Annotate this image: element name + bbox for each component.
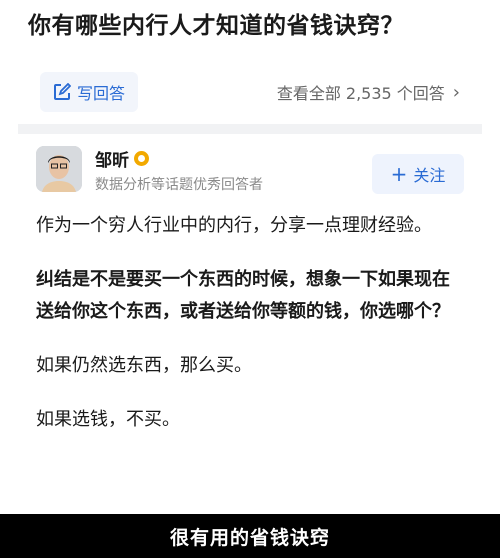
- answer-paragraph: 作为一个穷人行业中的内行，分享一点理财经验。: [36, 215, 432, 236]
- edit-icon: [53, 83, 71, 100]
- follow-label: 关注: [413, 166, 446, 185]
- plus-icon: +: [390, 162, 408, 186]
- action-bar: 写回答 查看全部 2,535 个回答 ›: [0, 62, 500, 122]
- answer-content[interactable]: 作为一个穷人行业中的内行，分享一点理财经验。 纠结是不是要买一个东西的时候，想象…: [36, 210, 466, 458]
- answer-paragraph: 如果选钱，不买。: [36, 409, 180, 430]
- avatar[interactable]: [36, 146, 82, 192]
- excellence-badge-icon: [134, 151, 149, 166]
- author-name[interactable]: 邹昕: [95, 146, 149, 171]
- chevron-right-icon: ›: [452, 81, 460, 103]
- author-row: 邹昕 数据分析等话题优秀回答者 + 关注: [0, 140, 500, 210]
- section-divider: [18, 124, 482, 134]
- view-all-answers-link[interactable]: 查看全部 2,535 个回答 ›: [277, 72, 460, 112]
- view-all-label: 查看全部 2,535 个回答: [276, 84, 445, 103]
- question-title[interactable]: 你有哪些内行人才知道的省钱诀窍？: [28, 6, 480, 46]
- avatar-image: [36, 146, 82, 192]
- follow-button[interactable]: + 关注: [372, 154, 464, 194]
- write-answer-button[interactable]: 写回答: [40, 72, 138, 112]
- answer-paragraph-bold: 纠结是不是要买一个东西的时候，想象一下如果现在送给你这个东西，或者送给你等额的钱…: [36, 269, 450, 322]
- video-caption: 很有用的省钱诀窍: [169, 526, 330, 549]
- author-description: 数据分析等话题优秀回答者: [95, 177, 263, 193]
- author-name-text: 邹昕: [95, 151, 129, 171]
- answer-paragraph: 如果仍然选东西，那么买。: [36, 355, 252, 376]
- write-answer-label: 写回答: [76, 84, 125, 103]
- caption-bar: 很有用的省钱诀窍: [0, 514, 500, 558]
